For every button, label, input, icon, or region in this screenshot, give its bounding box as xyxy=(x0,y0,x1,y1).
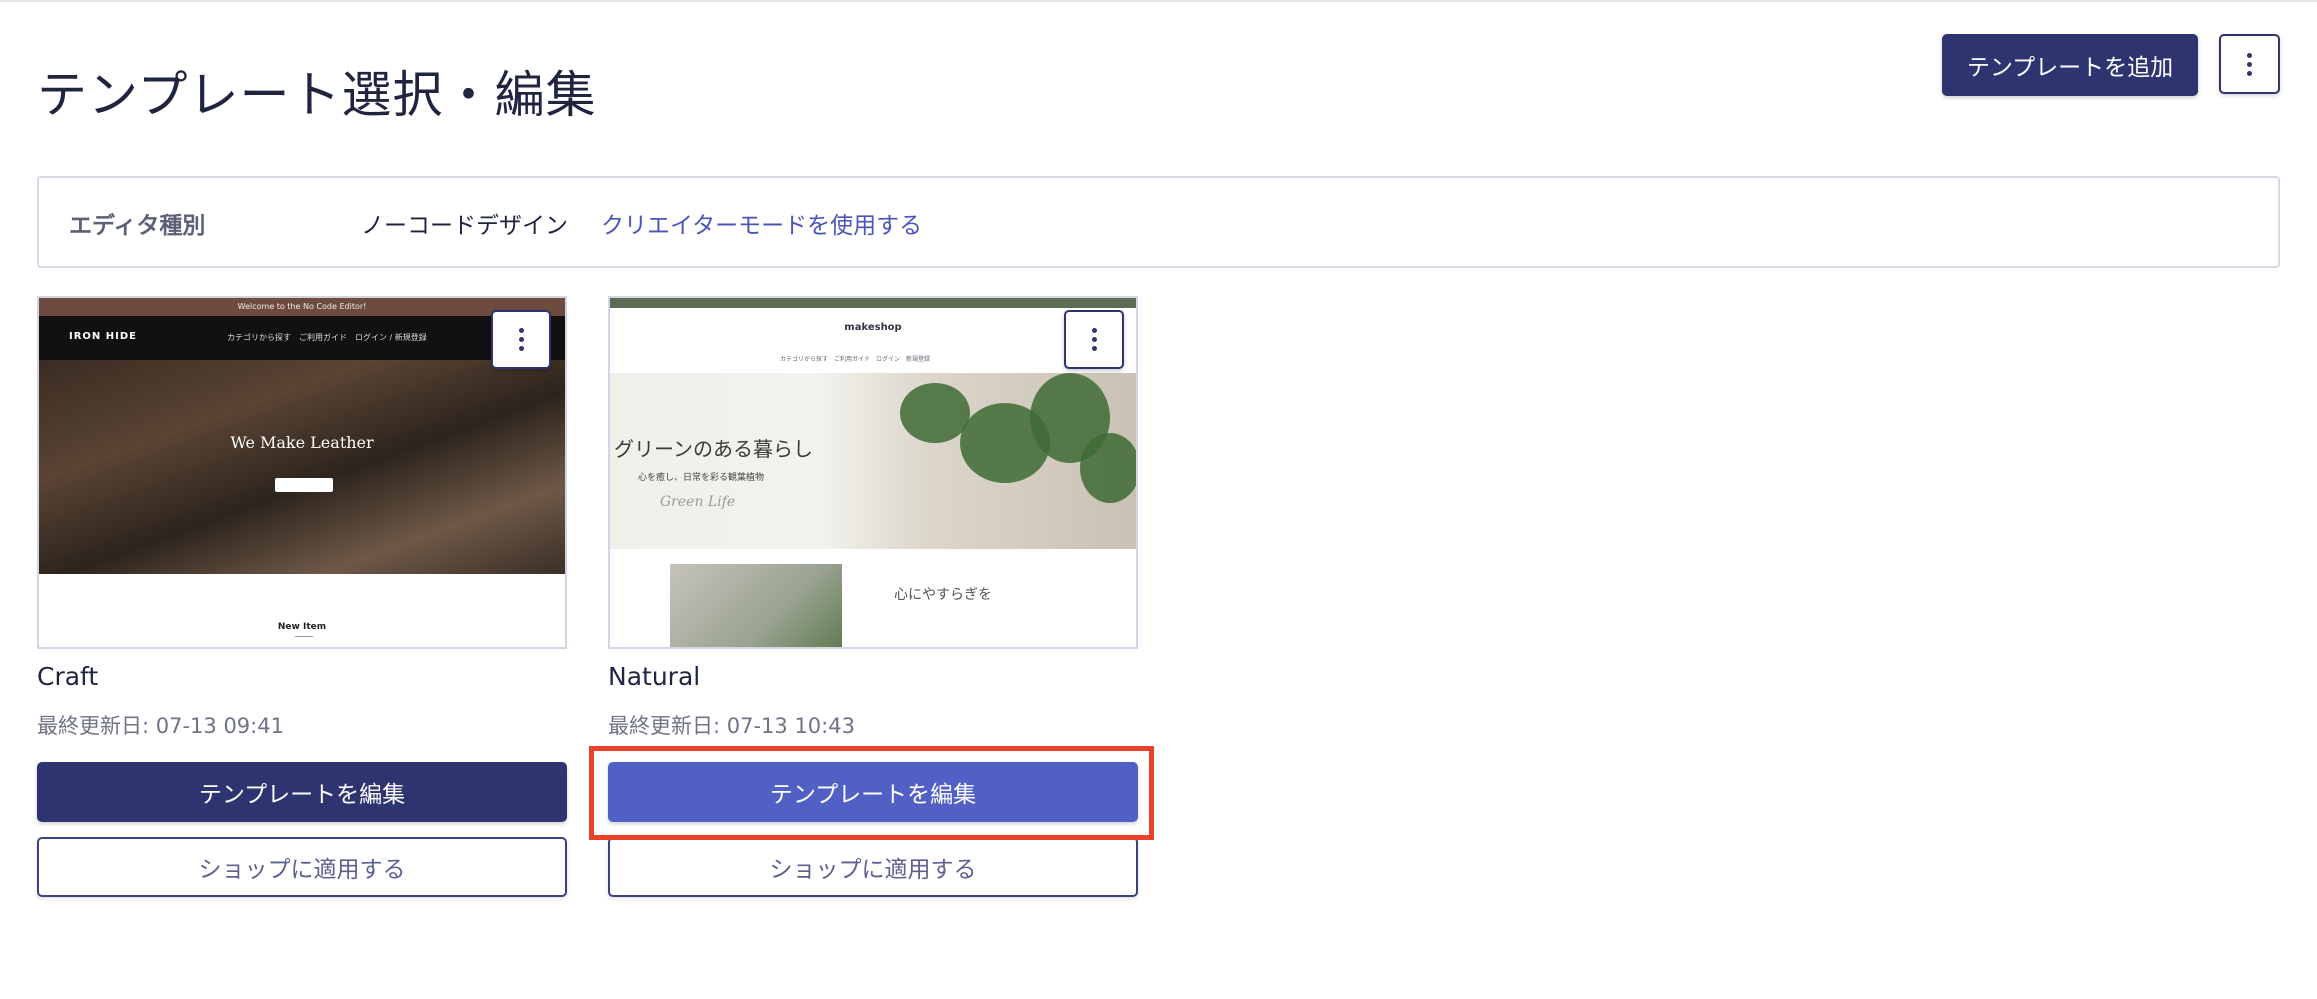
kebab-dot xyxy=(1091,346,1097,351)
thumb-hero-image: We Make Leather xyxy=(39,360,565,574)
template-name: Craft xyxy=(37,662,99,691)
apply-to-shop-button[interactable]: ショップに適用する xyxy=(37,837,567,897)
template-thumbnail[interactable]: Welcome to the No Code Editor! IRON HIDE… xyxy=(37,296,567,649)
kebab-dot xyxy=(518,337,524,342)
thumb-section-title: 心にやすらぎを xyxy=(894,587,992,603)
thumb-top-bar: Welcome to the No Code Editor! xyxy=(39,298,565,316)
template-card-natural: makeshop カテゴリから探す ご利用ガイド ログイン 新規登録 グリーンの… xyxy=(608,296,1138,897)
plant-shape xyxy=(1080,433,1136,503)
template-name: Natural xyxy=(608,662,701,691)
thumb-hero-subtitle: 心を癒し、日常を彩る観葉植物 xyxy=(638,473,765,483)
template-thumbnail[interactable]: makeshop カテゴリから探す ご利用ガイド ログイン 新規登録 グリーンの… xyxy=(608,296,1138,649)
thumb-hero-button xyxy=(275,478,333,492)
template-updated-date: 最終更新日: 07-13 10:43 xyxy=(608,714,855,738)
kebab-dot xyxy=(2247,61,2252,67)
editor-type-value: ノーコードデザイン xyxy=(361,213,568,239)
add-template-button[interactable]: テンプレートを追加 xyxy=(1942,34,2198,96)
kebab-dot xyxy=(2247,70,2252,76)
creator-mode-link[interactable]: クリエイターモードを使用する xyxy=(601,206,922,240)
edit-template-button[interactable]: テンプレートを編集 xyxy=(608,762,1138,822)
thumb-top-bar xyxy=(610,298,1136,308)
page-title: テンプレート選択・編集 xyxy=(37,65,597,124)
plant-shape xyxy=(900,383,970,443)
thumb-hero-title: グリーンのある暮らし xyxy=(614,437,813,461)
thumb-footer-line xyxy=(295,636,313,637)
template-options-button[interactable] xyxy=(491,310,551,369)
thumb-menu: カテゴリから探す ご利用ガイド ログイン / 新規登録 xyxy=(227,333,427,342)
kebab-dot xyxy=(1091,337,1097,342)
thumb-hero-title: We Make Leather xyxy=(230,433,374,452)
thumb-logo: makeshop xyxy=(844,322,902,333)
kebab-dot xyxy=(1091,328,1097,333)
editor-type-panel: エディタ種別 ノーコードデザイン クリエイターモードを使用する xyxy=(37,176,2280,268)
thumb-menu: カテゴリから探す ご利用ガイド ログイン 新規登録 xyxy=(780,356,931,363)
thumb-logo: IRON HIDE xyxy=(69,331,137,342)
editor-type-label: エディタ種別 xyxy=(69,213,206,239)
kebab-dot xyxy=(2247,52,2252,58)
template-updated-date: 最終更新日: 07-13 09:41 xyxy=(37,714,284,738)
kebab-dot xyxy=(518,328,524,333)
thumb-section-image xyxy=(670,564,842,647)
thumb-hero-script: Green Life xyxy=(660,494,736,510)
kebab-dot xyxy=(518,346,524,351)
apply-to-shop-button[interactable]: ショップに適用する xyxy=(608,837,1138,897)
thumb-footer-title: New Item xyxy=(277,622,327,632)
more-options-button[interactable] xyxy=(2219,34,2280,94)
template-card-craft: Welcome to the No Code Editor! IRON HIDE… xyxy=(37,296,567,897)
top-divider xyxy=(0,0,2317,2)
edit-template-button[interactable]: テンプレートを編集 xyxy=(37,762,567,822)
template-options-button[interactable] xyxy=(1064,310,1124,369)
